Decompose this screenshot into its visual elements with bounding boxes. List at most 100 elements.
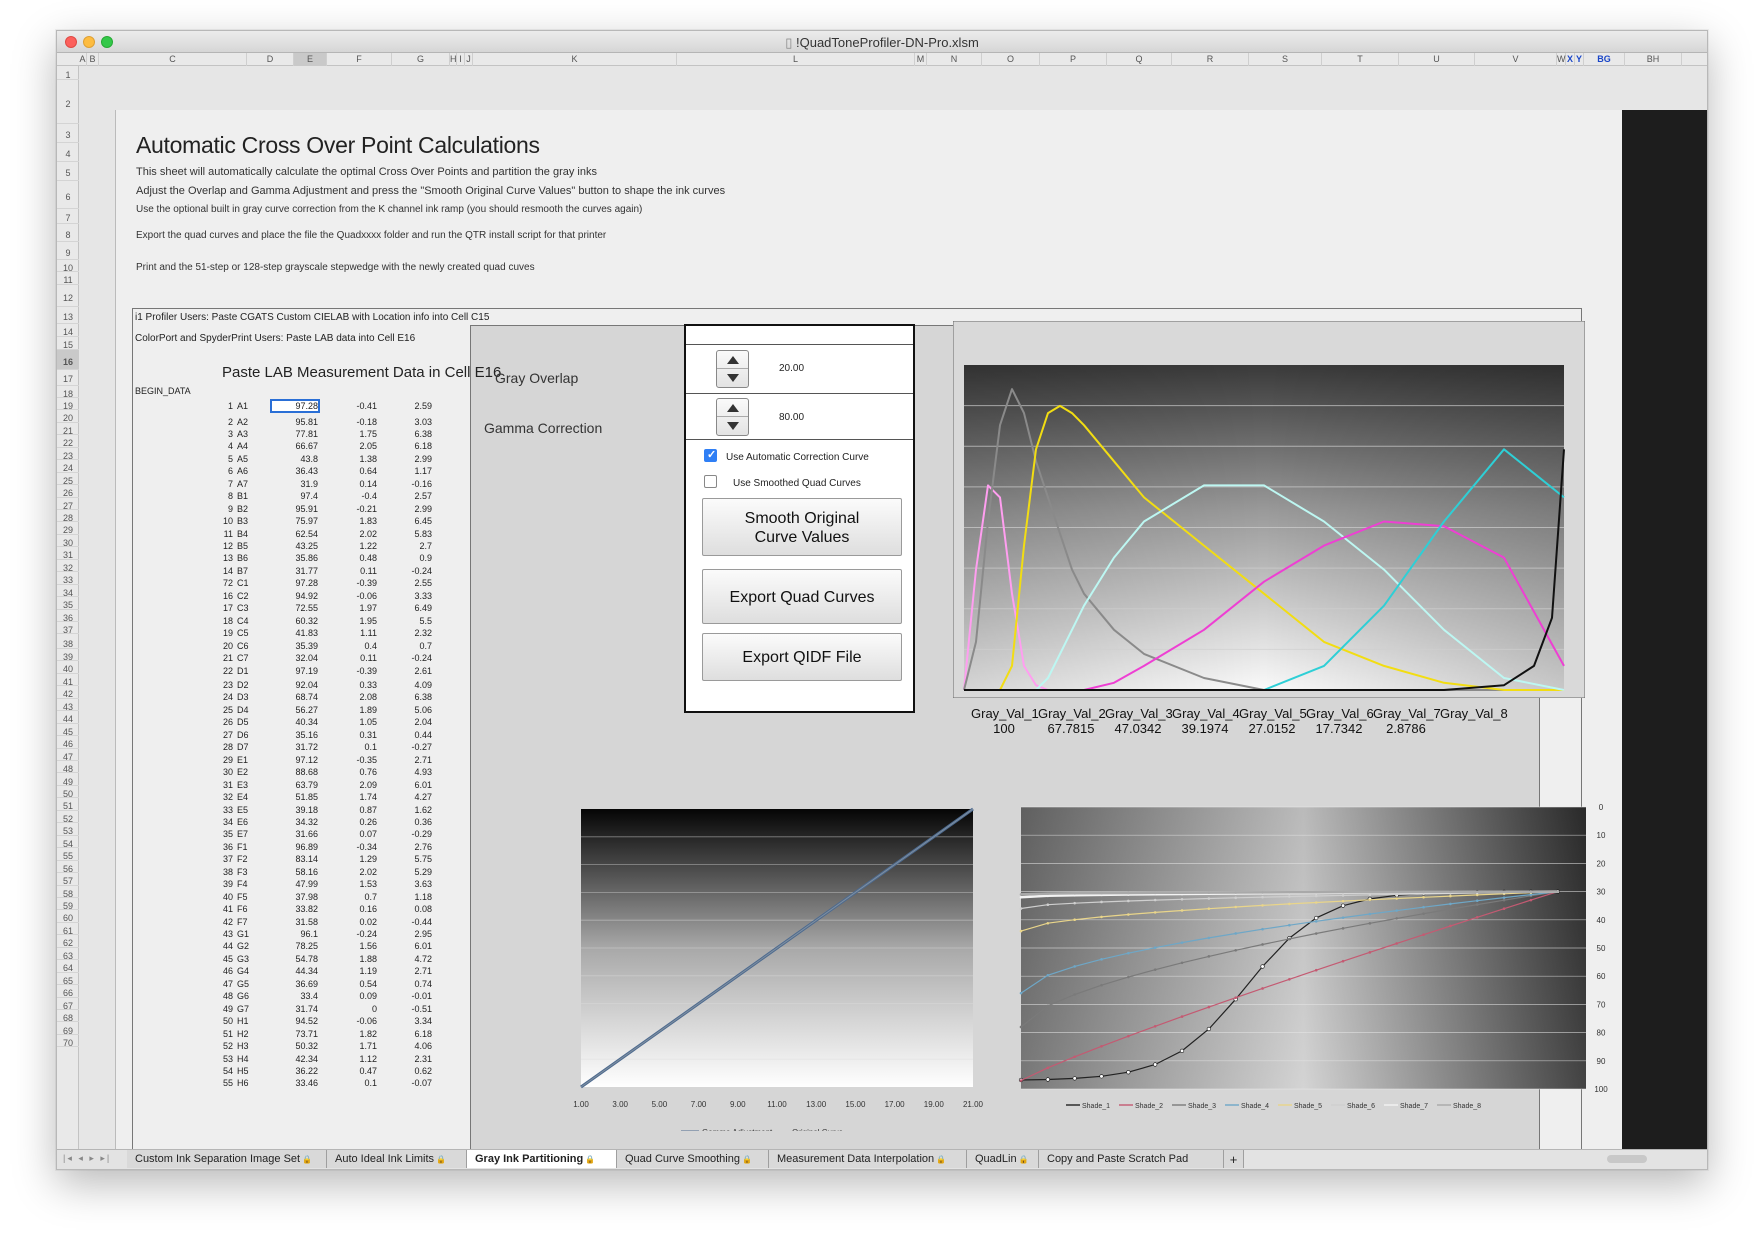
table-row[interactable]: 22 D1 97.19 -0.39 2.61 [116,666,446,678]
gamma-stepper[interactable] [716,398,749,436]
row-header-51[interactable]: 51 [57,798,79,811]
sheet-tab[interactable]: Copy and Paste Scratch Pad [1039,1150,1224,1168]
table-row[interactable]: 19 C5 41.83 1.11 2.32 [116,628,446,640]
smoothed-checkbox[interactable] [704,475,717,488]
column-header-m[interactable]: M [915,53,927,66]
lab-a-cell[interactable]: 0.11 [327,653,377,663]
lab-b-cell[interactable]: 4.72 [392,954,432,964]
lab-l-cell[interactable]: 37.98 [272,892,318,902]
lab-b-cell[interactable]: -0.01 [392,991,432,1001]
lab-b-cell[interactable]: -0.24 [392,566,432,576]
row-header-22[interactable]: 22 [57,435,79,448]
table-row[interactable]: 35 E7 31.66 0.07 -0.29 [116,829,446,841]
table-row[interactable]: 50 H1 94.52 -0.06 3.34 [116,1016,446,1028]
lab-b-cell[interactable]: 0.44 [392,730,432,740]
row-header-59[interactable]: 59 [57,898,79,911]
lab-l-cell[interactable]: 97.28 [272,578,318,588]
sheet-grid[interactable]: Automatic Cross Over Point Calculations … [79,66,1707,1169]
row-header-41[interactable]: 41 [57,674,79,687]
row-header-54[interactable]: 54 [57,836,79,849]
lab-l-cell[interactable]: 31.72 [272,742,318,752]
table-row[interactable]: 43 G1 96.1 -0.24 2.95 [116,929,446,941]
lab-a-cell[interactable]: -0.34 [327,842,377,852]
table-row[interactable]: 26 D5 40.34 1.05 2.04 [116,717,446,729]
row-header-67[interactable]: 67 [57,998,79,1011]
lab-l-cell[interactable]: 83.14 [272,854,318,864]
column-header-o[interactable]: O [982,53,1040,66]
lab-b-cell[interactable]: 6.38 [392,429,432,439]
lab-a-cell[interactable]: 0.1 [327,742,377,752]
lab-a-cell[interactable]: 0.7 [327,892,377,902]
lab-l-cell[interactable]: 36.69 [272,979,318,989]
row-header-39[interactable]: 39 [57,649,79,662]
lab-l-cell[interactable]: 51.85 [272,792,318,802]
column-header-d[interactable]: D [247,53,294,66]
table-row[interactable]: 8 B1 97.4 -0.4 2.57 [116,491,446,503]
lab-a-cell[interactable]: 0.54 [327,979,377,989]
lab-l-cell[interactable]: 31.74 [272,1004,318,1014]
lab-a-cell[interactable]: 1.89 [327,705,377,715]
lab-a-cell[interactable]: -0.35 [327,755,377,765]
lab-b-cell[interactable]: 6.01 [392,941,432,951]
row-header-6[interactable]: 6 [57,181,79,209]
row-header-3[interactable]: 3 [57,124,79,143]
row-header-36[interactable]: 36 [57,610,79,623]
lab-b-cell[interactable]: 1.17 [392,466,432,476]
table-row[interactable]: 29 E1 97.12 -0.35 2.71 [116,755,446,767]
row-header-27[interactable]: 27 [57,498,79,511]
row-header-8[interactable]: 8 [57,224,79,242]
smooth-curves-button[interactable]: Smooth Original Curve Values [702,498,902,556]
row-header-61[interactable]: 61 [57,923,79,936]
table-row[interactable]: 40 F5 37.98 0.7 1.18 [116,892,446,904]
sheet-tab[interactable]: Custom Ink Separation Image Set 🔒 [127,1150,327,1168]
lab-a-cell[interactable]: 0.02 [327,917,377,927]
lab-l-cell[interactable]: 43.25 [272,541,318,551]
stepper-up-button[interactable] [717,399,748,417]
lab-l-cell[interactable]: 33.46 [272,1078,318,1088]
table-row[interactable]: 12 B5 43.25 1.22 2.7 [116,541,446,553]
export-quad-button[interactable]: Export Quad Curves [702,569,902,624]
lab-a-cell[interactable]: -0.06 [327,1016,377,1026]
column-header-g[interactable]: G [392,53,450,66]
gray-overlap-stepper[interactable] [716,350,749,388]
table-row[interactable]: 42 F7 31.58 0.02 -0.44 [116,917,446,929]
table-row[interactable]: 45 G3 54.78 1.88 4.72 [116,954,446,966]
lab-b-cell[interactable]: 3.34 [392,1016,432,1026]
lab-b-cell[interactable]: 2.99 [392,454,432,464]
table-row[interactable]: 47 G5 36.69 0.54 0.74 [116,979,446,991]
row-header-13[interactable]: 13 [57,307,79,324]
row-header-69[interactable]: 69 [57,1023,79,1036]
row-header-9[interactable]: 9 [57,242,79,260]
lab-a-cell[interactable]: 0.33 [327,680,377,690]
column-header-r[interactable]: R [1172,53,1249,66]
auto-curve-checkbox[interactable]: ✓ [704,449,717,462]
table-row[interactable]: 14 B7 31.77 0.11 -0.24 [116,566,446,578]
row-header-10[interactable]: 10 [57,260,79,273]
row-header-42[interactable]: 42 [57,686,79,699]
row-header-24[interactable]: 24 [57,460,79,473]
lab-a-cell[interactable]: -0.39 [327,666,377,676]
column-header-l[interactable]: L [677,53,915,66]
lab-a-cell[interactable]: 0.09 [327,991,377,1001]
lab-l-cell[interactable]: 35.39 [272,641,318,651]
lab-l-cell[interactable]: 72.55 [272,603,318,613]
lab-a-cell[interactable]: 1.95 [327,616,377,626]
table-row[interactable]: 9 B2 95.91 -0.21 2.99 [116,504,446,516]
lab-l-cell[interactable]: 56.27 [272,705,318,715]
sheet-tab[interactable]: Auto Ideal Ink Limits 🔒 [327,1150,467,1168]
lab-l-cell[interactable]: 31.58 [272,917,318,927]
lab-a-cell[interactable]: 0.4 [327,641,377,651]
lab-b-cell[interactable]: 6.18 [392,1029,432,1039]
lab-b-cell[interactable]: 2.76 [392,842,432,852]
lab-l-cell[interactable]: 43.8 [272,454,318,464]
row-header-38[interactable]: 38 [57,635,79,649]
table-row[interactable]: 16 C2 94.92 -0.06 3.33 [116,591,446,603]
table-row[interactable]: 38 F3 58.16 2.02 5.29 [116,867,446,879]
lab-b-cell[interactable]: 6.38 [392,692,432,702]
gray-overlap-value[interactable]: 20.00 [779,363,804,374]
lab-b-cell[interactable]: -0.07 [392,1078,432,1088]
lab-a-cell[interactable]: 0 [327,1004,377,1014]
table-row[interactable]: 48 G6 33.4 0.09 -0.01 [116,991,446,1003]
lab-l-cell[interactable]: 33.82 [272,904,318,914]
row-header-26[interactable]: 26 [57,485,79,498]
